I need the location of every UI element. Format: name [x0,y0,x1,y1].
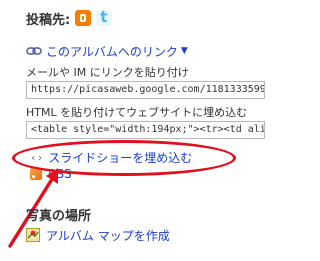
link-chain-icon [26,47,42,55]
share-row: 投稿先: [26,8,113,28]
album-url-field[interactable]: https://picasaweb.google.com/11813335998… [26,81,265,99]
html-embed-field[interactable]: <table style="width:194px;"><tr><td alig… [26,121,265,139]
map-icon [26,228,40,242]
email-im-description: メールや IM にリンクを貼り付け [26,66,189,79]
blogger-icon[interactable] [75,10,92,26]
create-album-map-link[interactable]: アルバム マップを作成 [26,226,170,244]
create-album-map-label[interactable]: アルバム マップを作成 [46,227,170,244]
annotation-ellipse [12,140,236,176]
html-embed-description: HTML を貼り付けてウェブサイトに埋め込む [26,106,248,119]
album-sidebar-panel: 投稿先: このアルバムへのリンク ▼ メールや IM にリンクを貼り付け htt… [0,0,273,261]
share-label: 投稿先: [26,12,71,28]
album-link-label[interactable]: このアルバムへのリンク [46,43,178,60]
places-section-title: 写真の場所 [26,209,92,224]
album-link-toggle[interactable]: このアルバムへのリンク ▼ [26,42,188,60]
chevron-down-icon[interactable]: ▼ [181,46,188,56]
twitter-icon[interactable] [96,8,113,26]
